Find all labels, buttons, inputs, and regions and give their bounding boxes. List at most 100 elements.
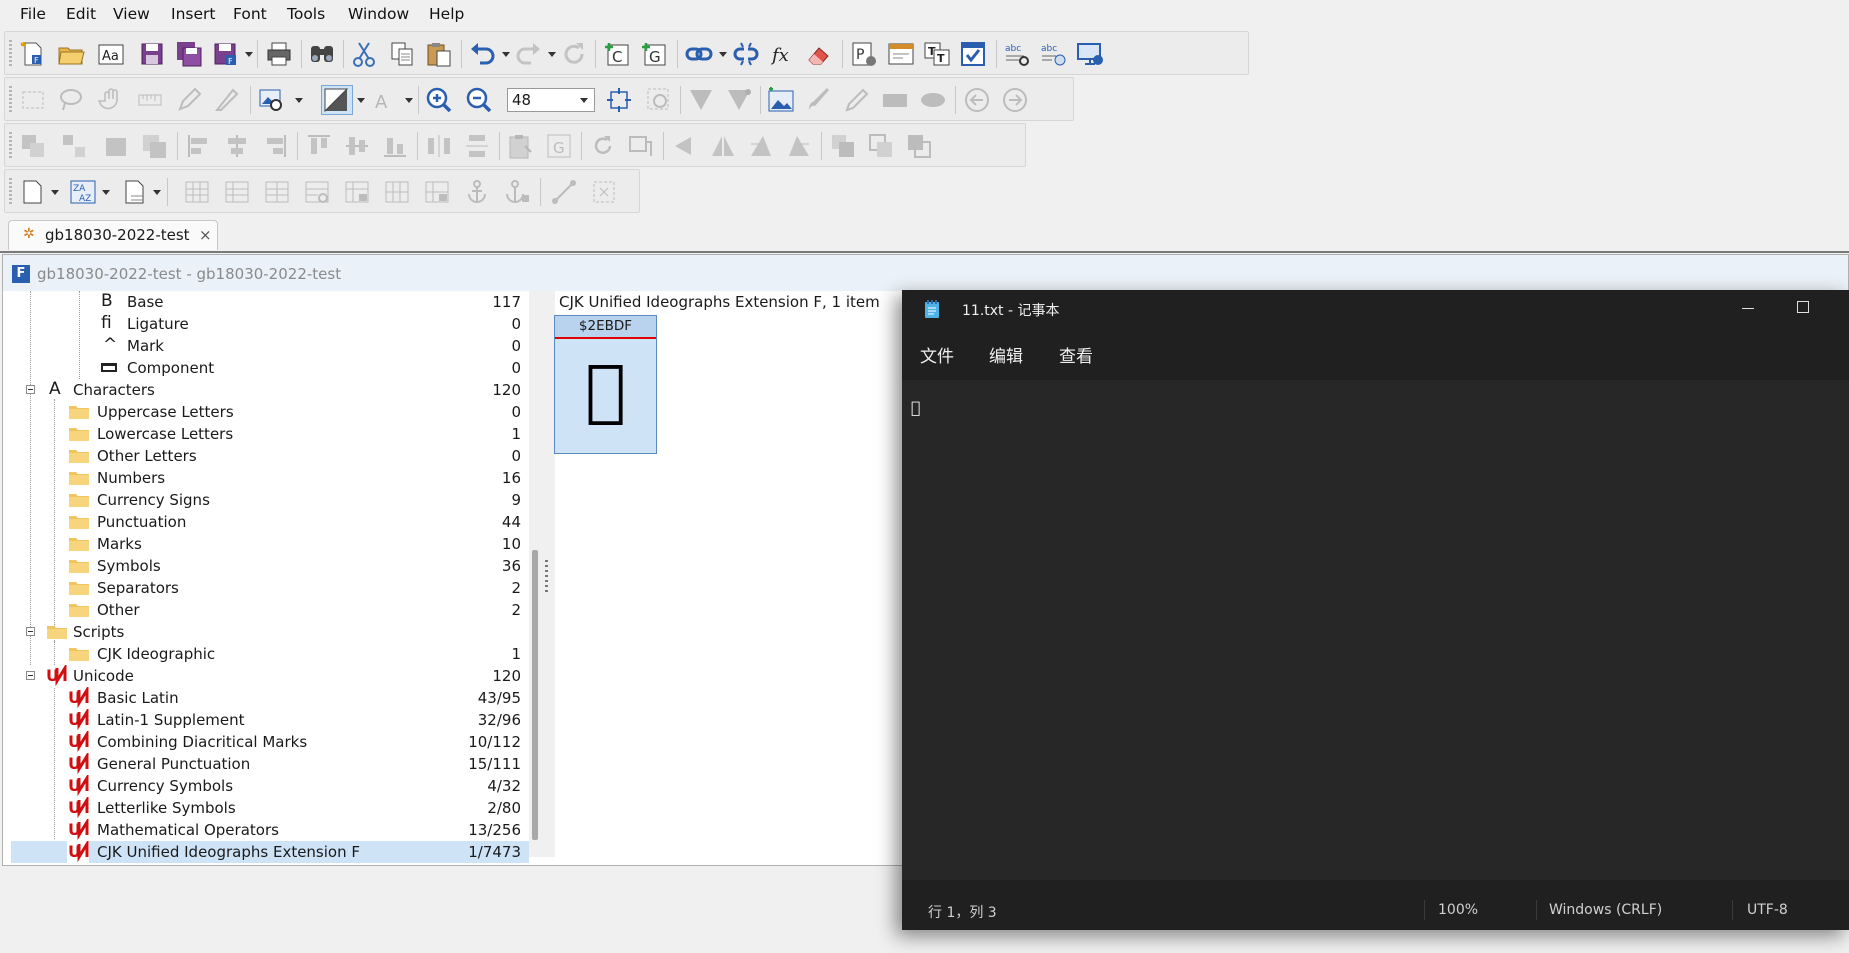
undo-dropdown-arrow[interactable] bbox=[502, 52, 510, 57]
document-tab[interactable]: ✲ gb18030-2022-test × bbox=[8, 220, 218, 250]
glyph-ref-icon[interactable]: G bbox=[545, 132, 573, 160]
grid-refresh-icon[interactable] bbox=[303, 178, 331, 206]
grid-lock2-icon[interactable] bbox=[423, 178, 451, 206]
link-icon[interactable] bbox=[685, 40, 713, 68]
select-rect-icon[interactable] bbox=[19, 86, 47, 114]
tree-item-numbers[interactable]: Numbers 16 bbox=[11, 467, 529, 489]
metrics-icon[interactable] bbox=[887, 40, 915, 68]
anchor-icon[interactable] bbox=[463, 178, 491, 206]
glyph-cell[interactable]: $2EBDF 𮯟 bbox=[554, 315, 657, 454]
grid-lock-icon[interactable] bbox=[343, 178, 371, 206]
rectangle-icon[interactable] bbox=[881, 86, 909, 114]
sort-icon[interactable]: ZA AZ bbox=[69, 178, 97, 206]
zoom-out-icon[interactable] bbox=[465, 86, 493, 114]
monitor-icon[interactable] bbox=[1076, 40, 1104, 68]
add-character-icon[interactable]: C bbox=[603, 40, 631, 68]
text-transform-icon[interactable]: TT bbox=[923, 40, 951, 68]
toolbar-grip[interactable] bbox=[9, 178, 12, 206]
zoom-selection-icon[interactable] bbox=[645, 86, 673, 114]
tree-scrollbar[interactable] bbox=[532, 550, 538, 840]
ellipse-icon[interactable] bbox=[919, 86, 947, 114]
distribute-v-icon[interactable] bbox=[463, 132, 491, 160]
spellcheck-web-icon[interactable]: abc bbox=[1039, 40, 1067, 68]
notepad-menu-file[interactable]: 文件 bbox=[920, 342, 954, 367]
redo-icon[interactable] bbox=[515, 40, 543, 68]
zoom-dropdown-arrow[interactable] bbox=[580, 98, 588, 103]
tree-item-unicode[interactable]: U Unicode 120 bbox=[11, 665, 529, 687]
export-icon[interactable]: F bbox=[212, 40, 240, 68]
new-page-icon[interactable] bbox=[19, 178, 47, 206]
anchor-lock-icon[interactable] bbox=[503, 178, 531, 206]
tree-item-lowercase-letters[interactable]: Lowercase Letters 1 bbox=[11, 423, 529, 445]
group-icon[interactable] bbox=[19, 132, 47, 160]
corner-icon[interactable] bbox=[687, 86, 715, 114]
tree-item-base[interactable]: B Base 117 bbox=[11, 291, 529, 313]
pen-icon[interactable] bbox=[175, 86, 203, 114]
hand-icon[interactable] bbox=[98, 86, 126, 114]
paste-icon[interactable] bbox=[425, 40, 453, 68]
tree-item-currency-symbols[interactable]: U Currency Symbols 4/32 bbox=[11, 775, 529, 797]
document-icon[interactable] bbox=[121, 178, 149, 206]
node-icon[interactable] bbox=[590, 178, 618, 206]
collapse-toggle[interactable] bbox=[26, 671, 35, 680]
tree-item-symbols[interactable]: Symbols 36 bbox=[11, 555, 529, 577]
break-icon[interactable] bbox=[140, 132, 168, 160]
collapse-toggle[interactable] bbox=[26, 627, 35, 636]
tree-item-scripts[interactable]: Scripts bbox=[11, 621, 529, 643]
maximize-icon[interactable] bbox=[1797, 301, 1809, 313]
spellcheck-icon[interactable]: abc bbox=[1003, 40, 1031, 68]
tree-item-characters[interactable]: A Characters 120 bbox=[11, 379, 529, 401]
tree-item-punctuation[interactable]: Punctuation 44 bbox=[11, 511, 529, 533]
export-dropdown-arrow[interactable] bbox=[245, 52, 253, 57]
tree-item-ligature[interactable]: ﬁ Ligature 0 bbox=[11, 313, 529, 335]
grid-columns-icon[interactable] bbox=[383, 178, 411, 206]
close-icon[interactable]: × bbox=[199, 226, 212, 244]
align-right-icon[interactable] bbox=[261, 132, 289, 160]
fill-mode-icon[interactable] bbox=[321, 85, 353, 115]
category-tree[interactable]: B Base 117 ﬁ Ligature 0 ^ Mark 0 Compone… bbox=[11, 291, 529, 863]
cut-icon[interactable] bbox=[350, 40, 378, 68]
overlap-icon[interactable] bbox=[867, 132, 895, 160]
font-info-icon[interactable]: Aa bbox=[97, 40, 125, 68]
tree-item-uppercase-letters[interactable]: Uppercase Letters 0 bbox=[11, 401, 529, 423]
zoom-combobox[interactable]: 48 bbox=[507, 88, 595, 112]
brush-icon[interactable] bbox=[805, 86, 833, 114]
menu-font[interactable]: Font bbox=[233, 5, 267, 23]
tree-item-cjk-ideographic[interactable]: CJK Ideographic 1 bbox=[11, 643, 529, 665]
notepad-menu-edit[interactable]: 编辑 bbox=[989, 342, 1023, 367]
notepad-menu-view[interactable]: 查看 bbox=[1059, 342, 1093, 367]
grid-edit-icon[interactable] bbox=[223, 178, 251, 206]
sort-dropdown-arrow[interactable] bbox=[102, 190, 110, 195]
save-all-icon[interactable] bbox=[175, 40, 203, 68]
validate-icon[interactable] bbox=[959, 40, 987, 68]
tree-item-currency-signs[interactable]: Currency Signs 9 bbox=[11, 489, 529, 511]
menu-edit[interactable]: Edit bbox=[66, 5, 96, 23]
menu-help[interactable]: Help bbox=[429, 5, 464, 23]
new-page-dropdown-arrow[interactable] bbox=[51, 190, 59, 195]
tree-item-component[interactable]: Component 0 bbox=[11, 357, 529, 379]
tree-item-latin-1-supplement[interactable]: U Latin-1 Supplement 32/96 bbox=[11, 709, 529, 731]
align-bottom-icon[interactable] bbox=[381, 132, 409, 160]
menu-file[interactable]: File bbox=[20, 5, 46, 23]
tree-item-separators[interactable]: Separators 2 bbox=[11, 577, 529, 599]
link-dropdown-arrow[interactable] bbox=[719, 52, 727, 57]
zoom-in-icon[interactable] bbox=[425, 86, 453, 114]
auto-hint-icon[interactable]: A bbox=[373, 86, 401, 114]
tree-item-general-punctuation[interactable]: U General Punctuation 15/111 bbox=[11, 753, 529, 775]
menu-window[interactable]: Window bbox=[348, 5, 409, 23]
corner-tool-icon[interactable] bbox=[725, 86, 753, 114]
ungroup-icon[interactable] bbox=[60, 132, 88, 160]
ruler-icon[interactable] bbox=[136, 86, 164, 114]
fill-mode-dropdown-arrow[interactable] bbox=[357, 98, 365, 103]
minimize-icon[interactable] bbox=[1742, 308, 1754, 309]
previous-icon[interactable] bbox=[963, 86, 991, 114]
unlink-icon[interactable] bbox=[732, 40, 760, 68]
connect-icon[interactable] bbox=[550, 178, 578, 206]
grid-icon[interactable] bbox=[183, 178, 211, 206]
menu-tools[interactable]: Tools bbox=[287, 5, 325, 23]
open-icon[interactable] bbox=[57, 40, 85, 68]
undo-icon[interactable] bbox=[468, 40, 496, 68]
toolbar-grip[interactable] bbox=[9, 40, 12, 68]
distribute-h-icon[interactable] bbox=[425, 132, 453, 160]
eraser-icon[interactable] bbox=[805, 40, 833, 68]
